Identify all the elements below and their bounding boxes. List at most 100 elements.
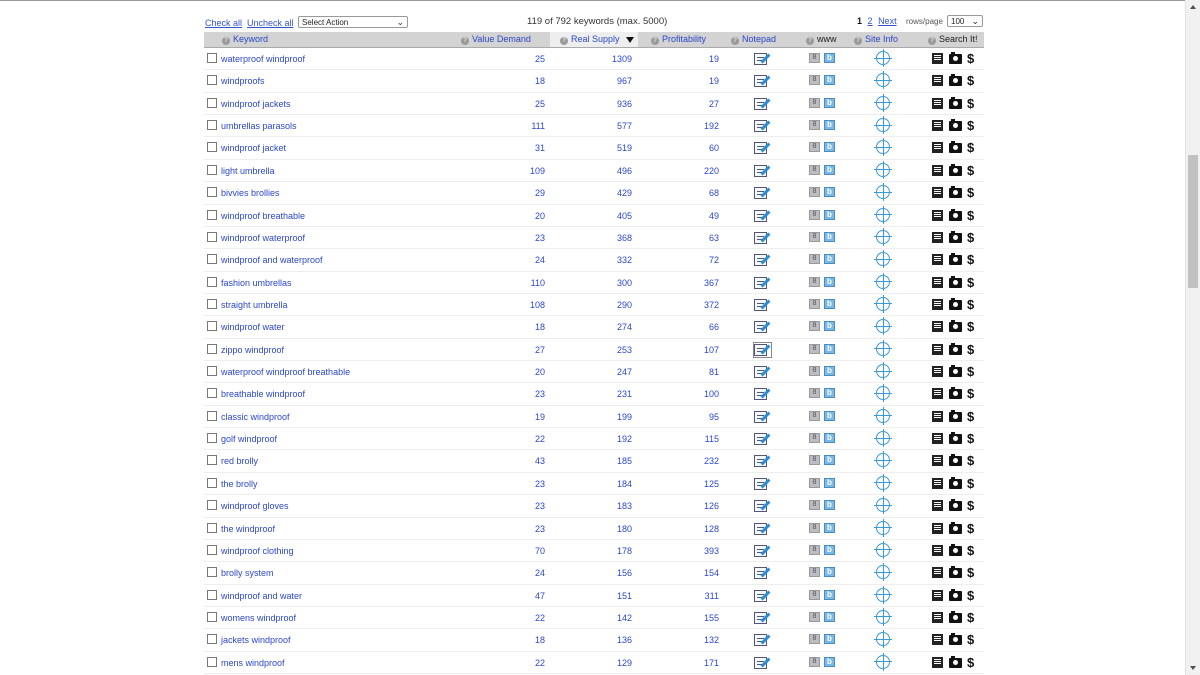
dollar-icon[interactable]: $ <box>967 319 974 334</box>
google-icon[interactable]: 8 <box>809 254 820 265</box>
compass-icon[interactable] <box>874 116 892 135</box>
dollar-icon[interactable]: $ <box>967 275 974 290</box>
keyword-link[interactable]: windproof waterproof <box>221 233 305 243</box>
document-icon[interactable] <box>932 433 943 445</box>
camera-icon[interactable] <box>949 253 962 266</box>
notepad-edit-icon[interactable] <box>754 410 771 424</box>
row-checkbox[interactable] <box>207 142 217 153</box>
camera-icon[interactable] <box>949 275 962 288</box>
google-icon[interactable]: 8 <box>809 544 820 555</box>
google-icon[interactable]: 8 <box>809 209 820 220</box>
document-icon[interactable] <box>932 187 943 199</box>
keyword-link[interactable]: umbrellas parasols <box>221 121 297 131</box>
notepad-edit-icon[interactable] <box>753 341 772 358</box>
keyword-link[interactable]: waterproof windproof <box>221 54 305 64</box>
document-icon[interactable] <box>932 164 943 176</box>
keyword-link[interactable]: womens windproof <box>221 613 296 623</box>
document-icon[interactable] <box>932 321 943 333</box>
google-icon[interactable]: 8 <box>809 366 820 377</box>
compass-icon[interactable] <box>874 607 892 626</box>
document-icon[interactable] <box>932 343 943 355</box>
compass-icon[interactable] <box>874 317 892 336</box>
row-checkbox[interactable] <box>207 522 217 533</box>
bing-icon[interactable]: b <box>824 120 835 131</box>
document-icon[interactable] <box>932 142 943 154</box>
notepad-edit-icon[interactable] <box>754 320 771 334</box>
col-search-it[interactable]: ? Search It! <box>928 34 978 45</box>
keyword-link[interactable]: windproof and water <box>221 591 302 601</box>
col-keyword[interactable]: ? Keyword <box>222 34 268 45</box>
camera-icon[interactable] <box>949 633 962 646</box>
row-checkbox[interactable] <box>207 97 217 108</box>
scrollbar-thumb[interactable] <box>1188 155 1198 288</box>
row-checkbox[interactable] <box>207 656 217 667</box>
col-site-info[interactable]: ? Site Info <box>854 34 898 45</box>
row-checkbox[interactable] <box>207 433 217 444</box>
compass-icon[interactable] <box>874 339 892 358</box>
camera-icon[interactable] <box>949 208 962 221</box>
keyword-link[interactable]: brolly system <box>221 568 274 578</box>
question-icon[interactable]: ? <box>806 37 814 45</box>
document-icon[interactable] <box>932 120 943 132</box>
google-icon[interactable]: 8 <box>809 298 820 309</box>
compass-icon[interactable] <box>874 49 892 67</box>
notepad-edit-icon[interactable] <box>754 119 771 133</box>
compass-icon[interactable] <box>874 227 892 246</box>
keyword-link[interactable]: waterproof windproof breathable <box>221 367 350 377</box>
col-profitability[interactable]: ? Profitability <box>651 34 706 45</box>
google-icon[interactable]: 8 <box>809 97 820 108</box>
compass-icon[interactable] <box>874 630 892 649</box>
keyword-link[interactable]: windproof gloves <box>221 501 289 511</box>
notepad-edit-icon[interactable] <box>754 253 771 267</box>
notepad-edit-icon[interactable] <box>754 186 771 200</box>
keyword-link[interactable]: windproof breathable <box>221 211 305 221</box>
next-page-link[interactable]: Next <box>878 16 897 26</box>
row-checkbox[interactable] <box>207 388 217 399</box>
google-icon[interactable]: 8 <box>809 276 820 287</box>
bing-icon[interactable]: b <box>824 455 835 466</box>
google-icon[interactable]: 8 <box>809 187 820 198</box>
camera-icon[interactable] <box>949 432 962 445</box>
dollar-icon[interactable]: $ <box>967 163 974 178</box>
bing-icon[interactable]: b <box>824 388 835 399</box>
compass-icon[interactable] <box>874 294 892 313</box>
notepad-edit-icon[interactable] <box>754 589 771 603</box>
keyword-link[interactable]: windproof and waterproof <box>221 255 323 265</box>
compass-icon[interactable] <box>874 496 892 515</box>
camera-icon[interactable] <box>949 342 962 355</box>
keyword-link[interactable]: windproof water <box>221 322 285 332</box>
notepad-edit-icon[interactable] <box>754 656 771 670</box>
camera-icon[interactable] <box>949 409 962 422</box>
dollar-icon[interactable]: $ <box>967 140 974 155</box>
row-checkbox[interactable] <box>207 544 217 555</box>
scroll-up-arrow-icon[interactable] <box>1190 5 1196 9</box>
camera-icon[interactable] <box>949 588 962 601</box>
dollar-icon[interactable]: $ <box>967 297 974 312</box>
dollar-icon[interactable]: $ <box>967 543 974 558</box>
document-icon[interactable] <box>932 656 943 668</box>
bing-icon[interactable]: b <box>824 500 835 511</box>
row-checkbox[interactable] <box>207 455 217 466</box>
bing-icon[interactable]: b <box>824 164 835 175</box>
compass-icon[interactable] <box>874 272 892 291</box>
dollar-icon[interactable]: $ <box>967 96 974 111</box>
dollar-icon[interactable]: $ <box>967 632 974 647</box>
row-checkbox[interactable] <box>207 410 217 421</box>
document-icon[interactable] <box>932 634 943 646</box>
notepad-edit-icon[interactable] <box>754 209 771 223</box>
dollar-icon[interactable]: $ <box>967 409 974 424</box>
col-notepad[interactable]: ? Notepad <box>731 34 776 45</box>
camera-icon[interactable] <box>949 476 962 489</box>
bing-icon[interactable]: b <box>824 254 835 265</box>
notepad-edit-icon[interactable] <box>754 566 771 580</box>
compass-icon[interactable] <box>874 585 892 604</box>
compass-icon[interactable] <box>874 93 892 112</box>
camera-icon[interactable] <box>949 96 962 109</box>
bing-icon[interactable]: b <box>824 53 835 63</box>
document-icon[interactable] <box>932 455 943 467</box>
notepad-edit-icon[interactable] <box>754 74 771 88</box>
dollar-icon[interactable]: $ <box>967 610 974 625</box>
bing-icon[interactable]: b <box>824 410 835 421</box>
notepad-edit-icon[interactable] <box>754 454 771 468</box>
document-icon[interactable] <box>932 477 943 489</box>
